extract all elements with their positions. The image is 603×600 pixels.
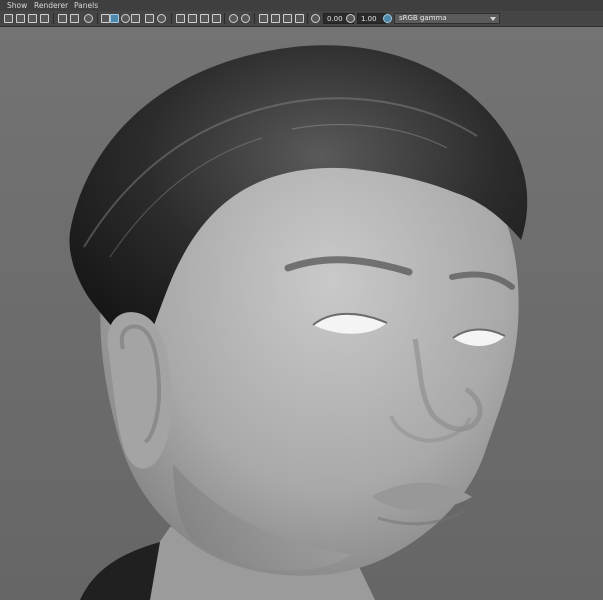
camera-icon[interactable] <box>101 14 110 23</box>
menu-panels[interactable]: Panels <box>74 0 98 11</box>
color-management-icon[interactable] <box>383 14 392 23</box>
grid-icon[interactable] <box>4 14 13 23</box>
color-space-label: sRGB gamma <box>399 14 447 22</box>
lights-icon[interactable] <box>58 14 67 23</box>
toolbar-separator <box>171 13 172 24</box>
menu-renderer[interactable]: Renderer <box>34 0 68 11</box>
toolbar-separator <box>224 13 225 24</box>
toolbar-separator <box>307 13 308 24</box>
gamma-icon[interactable] <box>346 14 355 23</box>
toolbar-separator <box>254 13 255 24</box>
gamma-field[interactable]: 1.00 <box>357 13 386 24</box>
exposure-icon[interactable] <box>311 14 320 23</box>
resolution-gate-icon[interactable] <box>283 14 292 23</box>
select-icon[interactable] <box>259 14 268 23</box>
rendered-head-image <box>69 45 528 600</box>
wireframe-icon[interactable] <box>16 14 25 23</box>
active-display-icon[interactable] <box>110 14 119 23</box>
copy-icon[interactable] <box>271 14 280 23</box>
menu-show[interactable]: Show <box>7 0 27 11</box>
texture-icon[interactable] <box>131 14 140 23</box>
shadows-icon[interactable] <box>70 14 79 23</box>
sphere-light-icon[interactable] <box>229 14 238 23</box>
toolbar-separator <box>97 13 98 24</box>
toolbar-separator <box>53 13 54 24</box>
viewport-canvas[interactable] <box>0 27 603 600</box>
sphere-icon[interactable] <box>121 14 130 23</box>
isolate-icon[interactable] <box>84 14 93 23</box>
viewport-menubar: Show Renderer Panels <box>0 0 603 11</box>
color-space-dropdown[interactable]: sRGB gamma <box>394 13 500 24</box>
textured-icon[interactable] <box>40 14 49 23</box>
select-mode-icon[interactable] <box>212 14 221 23</box>
xray-icon[interactable] <box>145 14 154 23</box>
viewport-toolbar: 0.00 1.00 sRGB gamma <box>0 11 603 27</box>
display-icon[interactable] <box>176 14 185 23</box>
wire-icon[interactable] <box>200 14 209 23</box>
film-gate-icon[interactable] <box>295 14 304 23</box>
smooth-shade-icon[interactable] <box>28 14 37 23</box>
chevron-down-icon <box>490 17 496 21</box>
shading-ball-icon[interactable] <box>241 14 250 23</box>
smooth-icon[interactable] <box>188 14 197 23</box>
light-bulb-icon[interactable] <box>157 14 166 23</box>
